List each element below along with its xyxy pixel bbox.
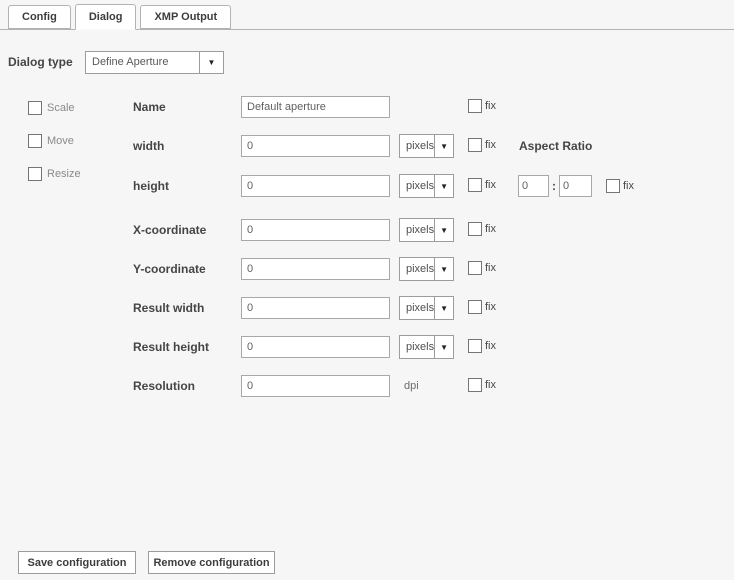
fix-label: fix (485, 340, 496, 352)
dialog-config-window: Config Dialog XMP Output Dialog type Def… (0, 0, 734, 580)
height-fix-checkbox[interactable] (468, 178, 482, 192)
resolution-fix: fix (468, 378, 496, 392)
width-fix-checkbox[interactable] (468, 138, 482, 152)
name-label: Name (133, 100, 166, 114)
fix-label: fix (485, 262, 496, 274)
chevron-down-icon[interactable]: ▼ (434, 297, 453, 319)
x-coordinate-fix-checkbox[interactable] (468, 222, 482, 236)
tab-xmp-output[interactable]: XMP Output (140, 5, 232, 29)
x-coordinate-input[interactable] (241, 219, 390, 241)
height-fix: fix (468, 178, 496, 192)
x-coordinate-unit-select[interactable]: pixels ▼ (399, 218, 454, 242)
field-row-name: Name fix (0, 95, 734, 119)
width-unit-value: pixels (406, 140, 435, 152)
result-width-label: Result width (133, 301, 205, 315)
chevron-down-icon[interactable]: ▼ (434, 219, 453, 241)
dialog-type-value: Define Aperture (92, 56, 169, 68)
y-coordinate-unit-value: pixels (406, 263, 435, 275)
x-coordinate-fix: fix (468, 222, 496, 236)
field-row-resolution: Resolution dpi fix (0, 374, 734, 398)
height-input[interactable] (241, 175, 390, 197)
result-width-unit-select[interactable]: pixels ▼ (399, 296, 454, 320)
result-height-unit-select[interactable]: pixels ▼ (399, 335, 454, 359)
aspect-ratio-label: Aspect Ratio (519, 139, 593, 153)
y-coordinate-fix-checkbox[interactable] (468, 261, 482, 275)
aspect-ratio-group: : fix (518, 175, 634, 197)
result-width-fix: fix (468, 300, 496, 314)
dialog-type-label: Dialog type (8, 55, 73, 69)
x-coordinate-label: X-coordinate (133, 223, 207, 237)
resolution-label: Resolution (133, 379, 195, 393)
width-unit-select[interactable]: pixels ▼ (399, 134, 454, 158)
field-row-y-coordinate: Y-coordinate pixels ▼ fix (0, 257, 734, 281)
chevron-down-icon[interactable]: ▼ (434, 135, 453, 157)
chevron-down-icon[interactable]: ▼ (434, 175, 453, 197)
save-configuration-button[interactable]: Save configuration (18, 551, 136, 574)
fix-label: fix (485, 379, 496, 391)
fix-label: fix (485, 301, 496, 313)
y-coordinate-fix: fix (468, 261, 496, 275)
fix-label: fix (485, 100, 496, 112)
y-coordinate-unit-select[interactable]: pixels ▼ (399, 257, 454, 281)
resolution-input[interactable] (241, 375, 390, 397)
aspect-ratio-fix-checkbox[interactable] (606, 179, 620, 193)
result-width-fix-checkbox[interactable] (468, 300, 482, 314)
fix-label: fix (485, 223, 496, 235)
name-fix-checkbox[interactable] (468, 99, 482, 113)
tab-bar: Config Dialog XMP Output (0, 0, 734, 30)
remove-configuration-button[interactable]: Remove configuration (148, 551, 275, 574)
aspect-ratio-right-input[interactable] (559, 175, 592, 197)
width-fix: fix (468, 138, 496, 152)
width-input[interactable] (241, 135, 390, 157)
resolution-fix-checkbox[interactable] (468, 378, 482, 392)
chevron-down-icon[interactable]: ▼ (434, 336, 453, 358)
resolution-unit-label: dpi (404, 380, 419, 392)
field-row-height: height pixels ▼ fix : fix (0, 174, 734, 198)
result-height-fix-checkbox[interactable] (468, 339, 482, 353)
name-input[interactable] (241, 96, 390, 118)
field-row-width: width pixels ▼ fix Aspect Ratio (0, 134, 734, 158)
dialog-type-select[interactable]: Define Aperture ▼ (85, 51, 224, 74)
result-width-unit-value: pixels (406, 302, 435, 314)
field-row-result-width: Result width pixels ▼ fix (0, 296, 734, 320)
height-label: height (133, 179, 169, 193)
chevron-down-icon[interactable]: ▼ (434, 258, 453, 280)
chevron-down-icon[interactable]: ▼ (199, 52, 223, 73)
fix-label: fix (485, 139, 496, 151)
name-fix: fix (468, 99, 496, 113)
aspect-ratio-separator: : (552, 179, 556, 193)
field-row-x-coordinate: X-coordinate pixels ▼ fix (0, 218, 734, 242)
fix-label: fix (485, 179, 496, 191)
aspect-ratio-left-input[interactable] (518, 175, 549, 197)
result-height-input[interactable] (241, 336, 390, 358)
y-coordinate-input[interactable] (241, 258, 390, 280)
result-height-label: Result height (133, 340, 210, 354)
result-height-fix: fix (468, 339, 496, 353)
result-height-unit-value: pixels (406, 341, 435, 353)
fix-label: fix (623, 180, 634, 192)
tab-dialog[interactable]: Dialog (74, 4, 137, 30)
height-unit-select[interactable]: pixels ▼ (399, 174, 454, 198)
x-coordinate-unit-value: pixels (406, 224, 435, 236)
y-coordinate-label: Y-coordinate (133, 262, 206, 276)
tab-config[interactable]: Config (8, 5, 71, 29)
height-unit-value: pixels (406, 180, 435, 192)
field-row-result-height: Result height pixels ▼ fix (0, 335, 734, 359)
width-label: width (133, 139, 165, 153)
result-width-input[interactable] (241, 297, 390, 319)
